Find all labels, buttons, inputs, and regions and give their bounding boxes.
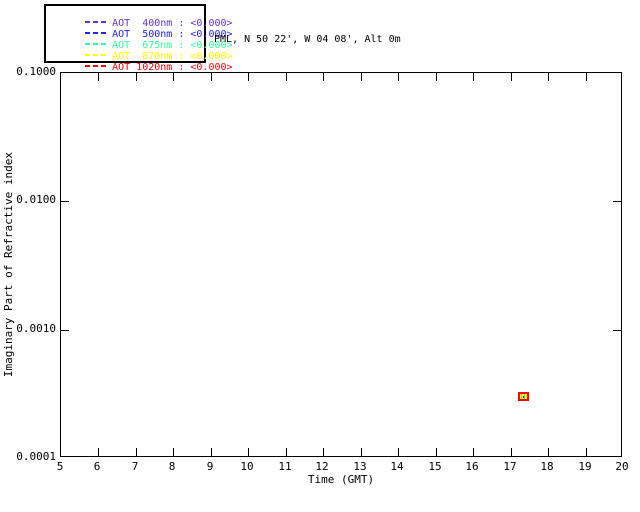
- x-tick-label: 17: [503, 460, 517, 473]
- x-tick-bottom: [548, 448, 549, 456]
- y-tick-right: [613, 201, 621, 202]
- x-tick-top: [436, 73, 437, 81]
- x-tick-label: 10: [240, 460, 254, 473]
- site-location-text: PML, N 50 22', W 04 08', Alt 0m: [214, 34, 401, 45]
- x-tick-top: [323, 73, 324, 81]
- y-tick-left: [61, 330, 69, 331]
- x-tick-bottom: [286, 448, 287, 456]
- legend-line-sample: [85, 32, 108, 34]
- x-tick-top: [586, 73, 587, 81]
- y-tick-left: [61, 201, 69, 202]
- x-tick-label: 6: [93, 460, 101, 473]
- x-tick-bottom: [511, 448, 512, 456]
- x-tick-top: [136, 73, 137, 81]
- x-tick-top: [473, 73, 474, 81]
- plot-area: [60, 72, 622, 457]
- legend-line-sample: [85, 65, 108, 67]
- aeronet-refractive-index-plot: AOT 400nm : <0.000> AOT 500nm : <0.000> …: [0, 0, 640, 512]
- legend-line-sample: [85, 21, 108, 23]
- x-tick-label: 13: [353, 460, 367, 473]
- legend-line-sample: [85, 43, 108, 45]
- x-tick-label: 14: [390, 460, 404, 473]
- x-tick-bottom: [173, 448, 174, 456]
- x-tick-label: 11: [278, 460, 292, 473]
- x-tick-bottom: [323, 448, 324, 456]
- x-tick-label: 19: [578, 460, 592, 473]
- marker-layer-675nm: [524, 394, 525, 399]
- x-axis-title: Time (GMT): [307, 473, 375, 486]
- x-tick-top: [248, 73, 249, 81]
- legend-line-sample: [85, 54, 108, 56]
- x-tick-label: 16: [465, 460, 479, 473]
- x-tick-label: 12: [315, 460, 329, 473]
- legend-box: AOT 400nm : <0.000> AOT 500nm : <0.000> …: [44, 4, 233, 73]
- x-tick-bottom: [248, 448, 249, 456]
- x-tick-label: 20: [615, 460, 629, 473]
- x-tick-bottom: [473, 448, 474, 456]
- x-tick-label: 9: [206, 460, 214, 473]
- y-tick-right: [613, 330, 621, 331]
- x-tick-label: 15: [428, 460, 442, 473]
- x-tick-bottom: [136, 448, 137, 456]
- legend-item: AOT 400nm : <0.000>: [49, 7, 233, 29]
- x-tick-top: [511, 73, 512, 81]
- x-tick-top: [286, 73, 287, 81]
- x-tick-label: 7: [131, 460, 139, 473]
- x-tick-bottom: [98, 448, 99, 456]
- marker-center-dot: [523, 396, 524, 398]
- x-tick-top: [398, 73, 399, 81]
- x-tick-top: [548, 73, 549, 81]
- x-tick-top: [98, 73, 99, 81]
- x-tick-label: 5: [56, 460, 64, 473]
- y-axis-title-text: Imaginary Part of Refractive index: [2, 151, 15, 378]
- data-point-marker: [518, 392, 529, 401]
- x-tick-bottom: [436, 448, 437, 456]
- y-axis-title: Imaginary Part of Refractive index: [0, 72, 17, 457]
- x-tick-bottom: [361, 448, 362, 456]
- x-tick-label: 18: [540, 460, 554, 473]
- x-tick-bottom: [211, 448, 212, 456]
- x-tick-top: [211, 73, 212, 81]
- marker-layer-675nm: [521, 394, 522, 399]
- x-tick-top: [361, 73, 362, 81]
- x-tick-bottom: [398, 448, 399, 456]
- x-tick-bottom: [586, 448, 587, 456]
- x-tick-label: 8: [168, 460, 176, 473]
- x-tick-top: [173, 73, 174, 81]
